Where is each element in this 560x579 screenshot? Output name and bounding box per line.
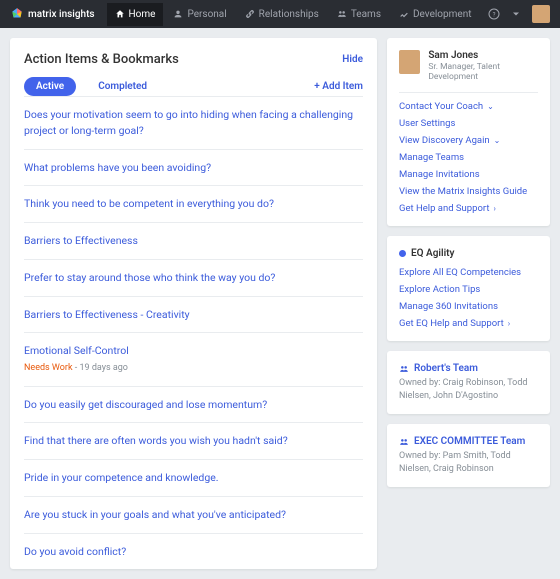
caret-down-icon[interactable]	[510, 8, 522, 20]
action-item[interactable]: Barriers to Effectiveness	[24, 223, 363, 260]
user-links: Contact Your Coach⌄ User Settings View Dis…	[399, 101, 538, 214]
user-role: Sr. Manager, Talent Development	[428, 62, 538, 82]
action-item[interactable]: Do you avoid conflict?	[24, 534, 363, 570]
team-card-1[interactable]: EXEC COMMITTEE Team Owned by: Pam Smith,…	[387, 424, 550, 487]
link-icon	[245, 9, 255, 19]
sidebar-link[interactable]: Explore All EQ Competencies	[399, 267, 538, 278]
home-icon	[115, 9, 125, 19]
sidebar-link[interactable]: User Settings	[399, 118, 538, 129]
action-items-list: Does your motivation seem to go into hid…	[24, 97, 363, 569]
people-icon	[399, 437, 409, 447]
action-item[interactable]: Barriers to Effectiveness - Creativity	[24, 297, 363, 334]
action-item[interactable]: Are you stuck in your goals and what you…	[24, 497, 363, 534]
logo-icon	[10, 7, 24, 21]
action-item[interactable]: Does your motivation seem to go into hid…	[24, 97, 363, 150]
nav-teams[interactable]: Teams	[329, 3, 389, 26]
main-header: Action Items & Bookmarks Hide	[24, 52, 363, 67]
sidebar-link[interactable]: Manage Teams	[399, 152, 538, 163]
chevron-icon: ⌄	[487, 102, 494, 111]
add-item-button[interactable]: + Add Item	[314, 81, 363, 92]
nav-development[interactable]: Development	[391, 3, 480, 26]
action-item[interactable]: Think you need to be competent in everyt…	[24, 186, 363, 223]
sidebar-link[interactable]: View the Matrix Insights Guide	[399, 186, 538, 197]
chart-icon	[399, 9, 409, 19]
tab-active[interactable]: Active	[24, 77, 76, 96]
sidebar-link[interactable]: View Discovery Again⌄	[399, 135, 538, 146]
topbar: matrix insights Home Personal Relationsh…	[0, 0, 560, 28]
tabs-row: Active Completed + Add Item	[24, 77, 363, 97]
team-owners: Owned by: Pam Smith, Todd Nielsen, Craig…	[399, 450, 538, 475]
brand-name: matrix insights	[28, 9, 95, 20]
user-avatar[interactable]	[399, 50, 420, 74]
action-item[interactable]: What problems have you been avoiding?	[24, 150, 363, 187]
people-icon	[399, 364, 409, 374]
main-panel: Action Items & Bookmarks Hide Active Com…	[10, 38, 377, 569]
sidebar-link[interactable]: Manage 360 Invitations	[399, 301, 538, 312]
tabs: Active Completed	[24, 77, 159, 96]
chevron-icon: ›	[508, 319, 510, 328]
chevron-icon: ›	[493, 204, 495, 213]
action-item[interactable]: Find that there are often words you wish…	[24, 423, 363, 460]
sidebar-link[interactable]: Manage Invitations	[399, 169, 538, 180]
timestamp: - 19 days ago	[75, 363, 128, 373]
person-icon	[173, 9, 183, 19]
svg-text:?: ?	[493, 12, 496, 19]
page-title: Action Items & Bookmarks	[24, 52, 179, 67]
content: Action Items & Bookmarks Hide Active Com…	[0, 28, 560, 579]
user-name: Sam Jones	[428, 50, 538, 61]
sidebar-link[interactable]: Get Help and Support›	[399, 203, 538, 214]
nav-personal[interactable]: Personal	[165, 3, 234, 26]
tab-completed[interactable]: Completed	[86, 77, 159, 96]
action-item[interactable]: Do you easily get discouraged and lose m…	[24, 387, 363, 424]
team-owners: Owned by: Craig Robinson, Todd Nielsen, …	[399, 377, 538, 402]
eq-card: EQ Agility Explore All EQ CompetenciesEx…	[387, 236, 550, 341]
action-item[interactable]: Emotional Self-ControlNeeds Work - 19 da…	[24, 333, 363, 386]
action-item[interactable]: Pride in your competence and knowledge.	[24, 460, 363, 497]
sidebar-link[interactable]: Contact Your Coach⌄	[399, 101, 538, 112]
nav-right: ?	[488, 5, 550, 23]
main-nav: Home Personal Relationships Teams Develo…	[107, 3, 480, 26]
dot-icon	[399, 250, 406, 257]
nav-home[interactable]: Home	[107, 3, 164, 26]
sidebar-link[interactable]: Explore Action Tips	[399, 284, 538, 295]
sidebar-link[interactable]: Get EQ Help and Support›	[399, 318, 538, 329]
nav-relationships[interactable]: Relationships	[237, 3, 327, 26]
status-badge: Needs Work	[24, 363, 73, 373]
team-card-0[interactable]: Robert's Team Owned by: Craig Robinson, …	[387, 351, 550, 414]
team-name: Robert's Team	[399, 363, 538, 374]
user-card: Sam Jones Sr. Manager, Talent Developmen…	[387, 38, 550, 226]
action-item[interactable]: Prefer to stay around those who think th…	[24, 260, 363, 297]
hide-link[interactable]: Hide	[342, 54, 363, 65]
avatar[interactable]	[532, 5, 550, 23]
eq-links: Explore All EQ Competencies Explore Actio…	[399, 267, 538, 329]
chevron-icon: ⌄	[494, 136, 501, 145]
brand-logo[interactable]: matrix insights	[10, 7, 95, 21]
team-name: EXEC COMMITTEE Team	[399, 436, 538, 447]
sidebar: Sam Jones Sr. Manager, Talent Developmen…	[387, 38, 550, 569]
people-icon	[337, 9, 347, 19]
help-icon[interactable]: ?	[488, 8, 500, 20]
eq-title: EQ Agility	[399, 248, 538, 259]
